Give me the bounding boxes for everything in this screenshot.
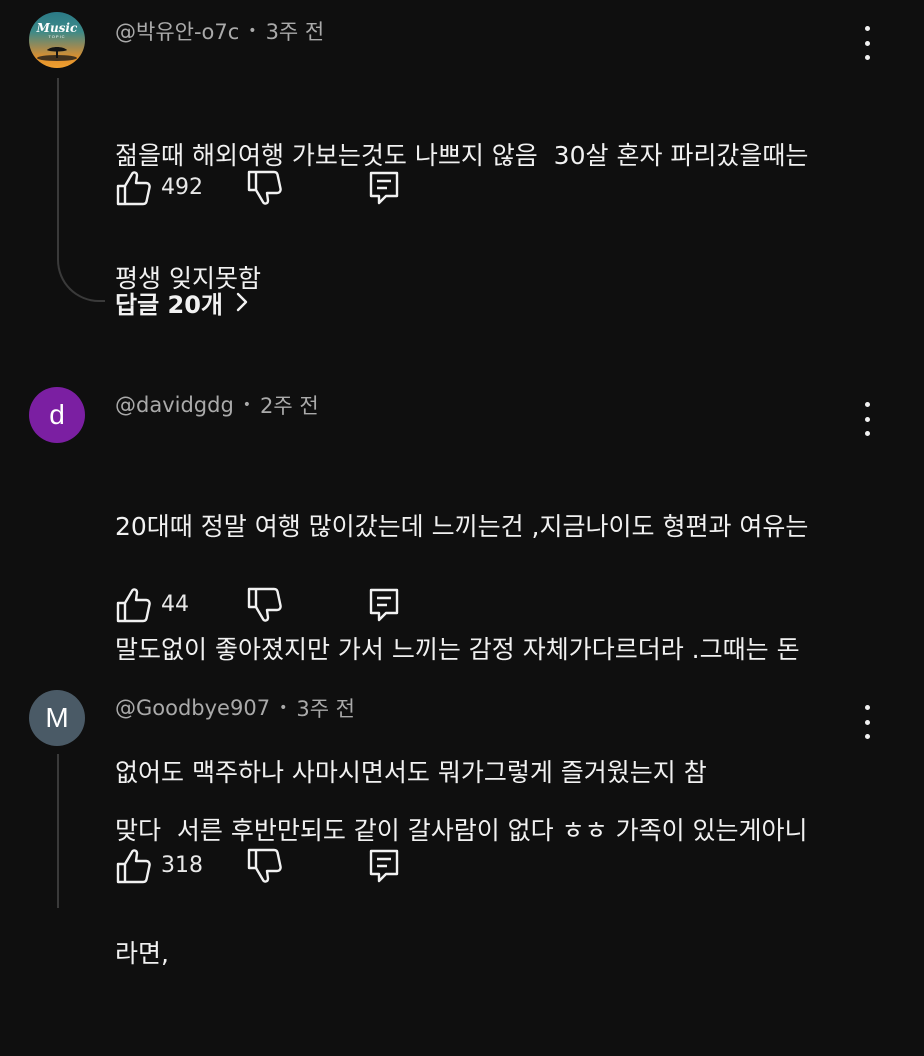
avatar-logo-text: Music	[36, 21, 78, 35]
like-button[interactable]	[115, 168, 151, 208]
dislike-button[interactable]	[246, 585, 282, 625]
comment-meta: @박유안-o7c • 3주 전	[115, 16, 324, 46]
avatar-letter: M	[45, 702, 69, 733]
comment-line: 라면,	[115, 939, 169, 968]
separator-dot: •	[279, 700, 288, 716]
reply-button[interactable]	[366, 585, 402, 625]
comment-time[interactable]: 2주 전	[260, 390, 319, 420]
comment-time[interactable]: 3주 전	[266, 16, 325, 46]
comment-text: 맞다 서른 후반만되도 같이 갈사람이 없다 ㅎㅎ 가족이 있는게아니 라면,	[115, 728, 875, 1056]
more-dot	[864, 40, 870, 46]
comment-time[interactable]: 3주 전	[296, 693, 355, 723]
comment-meta: @davidgdg • 2주 전	[115, 390, 319, 420]
thread-line	[57, 754, 59, 908]
thread-curve	[57, 248, 105, 302]
replies-toggle[interactable]: 답글 20개	[115, 282, 249, 322]
comment-line: 20대때 정말 여행 많이갔는데 느끼는건 ,지금나이도 형편과 여유는	[115, 512, 809, 541]
like-button[interactable]	[115, 846, 151, 886]
reply-button[interactable]	[366, 168, 402, 208]
replies-label: 답글 20개	[115, 290, 223, 319]
dislike-button[interactable]	[246, 168, 282, 208]
comment-meta: @Goodbye907 • 3주 전	[115, 693, 355, 723]
like-count: 318	[161, 853, 203, 878]
avatar[interactable]: M	[29, 690, 85, 746]
author-handle[interactable]: @박유안-o7c	[115, 16, 239, 46]
comment-text: 젊을때 해외여행 가보는것도 나쁘지 않음 30살 혼자 파리갔을때는 평생 잊…	[115, 53, 875, 381]
like-button[interactable]	[115, 585, 151, 625]
author-handle[interactable]: @Goodbye907	[115, 696, 270, 720]
avatar-letter: d	[49, 399, 65, 430]
thread-line	[57, 78, 59, 248]
avatar[interactable]: d	[29, 387, 85, 443]
separator-dot: •	[248, 23, 257, 39]
reply-button[interactable]	[366, 846, 402, 886]
more-dot	[864, 416, 870, 422]
more-dot	[864, 719, 870, 725]
like-count: 44	[161, 592, 189, 617]
comment-line: 말도없이 좋아졌지만 가서 느끼는 감정 자체가다르더라 .그때는 돈	[115, 635, 800, 664]
like-count: 492	[161, 175, 203, 200]
avatar[interactable]: Music TOPIC	[29, 12, 85, 68]
separator-dot: •	[242, 397, 252, 413]
chevron-right-icon	[236, 292, 248, 312]
comment-line: 맞다 서른 후반만되도 같이 갈사람이 없다 ㅎㅎ 가족이 있는게아니	[115, 816, 808, 845]
avatar-logo-subtext: TOPIC	[48, 34, 66, 39]
author-handle[interactable]: @davidgdg	[115, 393, 234, 417]
more-vertical-icon	[864, 402, 870, 407]
more-vertical-icon	[864, 705, 870, 710]
dislike-button[interactable]	[246, 846, 282, 886]
more-vertical-icon	[864, 26, 870, 31]
comment-line: 젊을때 해외여행 가보는것도 나쁘지 않음 30살 혼자 파리갔을때는	[115, 141, 809, 170]
